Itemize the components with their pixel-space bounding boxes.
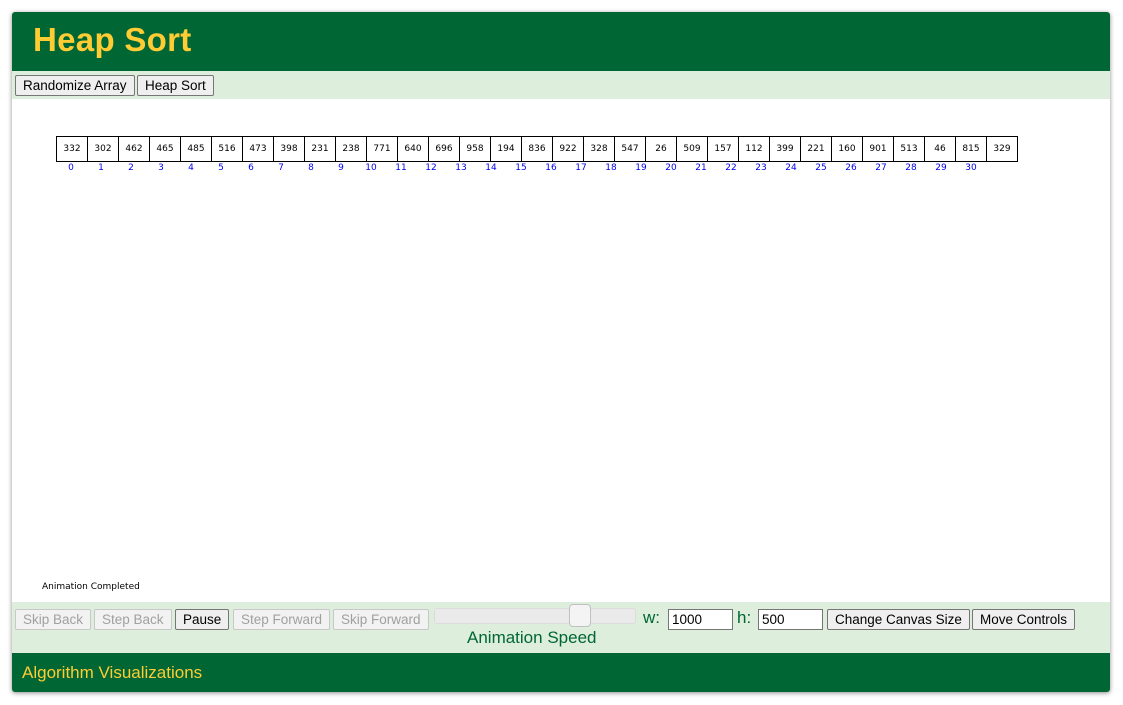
array-index-label: 1	[98, 163, 104, 173]
array-index-label: 9	[338, 163, 344, 173]
algorithm-control-bar: Randomize Array Heap Sort	[12, 71, 1110, 99]
array-index-label: 17	[575, 163, 587, 173]
step-forward-button[interactable]: Step Forward	[233, 609, 331, 630]
array-cells: 332 302 462 465 485 516 473 398 231 238 771 640 696 9…	[56, 136, 1018, 162]
visualization-canvas: 332 302 462 465 485 516 473 398 231 238 771 640 696 9…	[12, 99, 1110, 602]
array-index-label: 2	[128, 163, 134, 173]
array-cell: 696	[428, 136, 460, 162]
array-cell: 332	[56, 136, 88, 162]
array-index-label: 18	[605, 163, 617, 173]
array-index-label: 27	[875, 163, 887, 173]
array-cell: 26	[645, 136, 677, 162]
canvas-height-input[interactable]	[758, 609, 823, 630]
array-index-label: 28	[905, 163, 917, 173]
array-cell: 473	[242, 136, 274, 162]
status-message: Animation Completed	[42, 582, 140, 592]
array-cell: 462	[118, 136, 150, 162]
array-cell: 231	[304, 136, 336, 162]
array-index-label: 29	[935, 163, 947, 173]
array-index-label: 11	[395, 163, 407, 173]
height-label: h:	[737, 608, 752, 627]
array-cell: 509	[676, 136, 708, 162]
app-window: Heap Sort Randomize Array Heap Sort 332 3…	[12, 12, 1110, 692]
array-cell: 513	[893, 136, 925, 162]
array-cell: 485	[180, 136, 212, 162]
array-cell: 238	[335, 136, 367, 162]
skip-back-button[interactable]: Skip Back	[15, 609, 92, 630]
page-footer: Algorithm Visualizations	[12, 653, 1110, 692]
pause-button[interactable]: Pause	[175, 609, 230, 630]
array-index-label: 25	[815, 163, 827, 173]
array-index-label: 12	[425, 163, 437, 173]
heap-sort-button[interactable]: Heap Sort	[137, 75, 214, 96]
array-cell: 901	[862, 136, 894, 162]
array-index-label: 24	[785, 163, 797, 173]
array-index-label: 30	[965, 163, 977, 173]
array-index-label: 21	[695, 163, 707, 173]
array-cell: 640	[397, 136, 429, 162]
array-cell: 221	[800, 136, 832, 162]
array-index-label: 16	[545, 163, 557, 173]
array-index-label: 4	[188, 163, 194, 173]
array-index-label: 6	[248, 163, 254, 173]
page-header: Heap Sort	[12, 12, 1110, 71]
array-cell: 815	[955, 136, 987, 162]
footer-title: Algorithm Visualizations	[22, 663, 203, 682]
array-index-label: 19	[635, 163, 647, 173]
array-index-label: 22	[725, 163, 737, 173]
array-index-label: 23	[755, 163, 767, 173]
array-index-label: 5	[218, 163, 224, 173]
animation-control-bar: Skip Back Step Back Pause Step Forward S…	[12, 602, 1110, 653]
array-cell: 46	[924, 136, 956, 162]
width-label: w:	[643, 608, 660, 627]
array-index-label: 26	[845, 163, 857, 173]
array-cell: 112	[738, 136, 770, 162]
array-index-label: 10	[365, 163, 377, 173]
array-index-label: 20	[665, 163, 677, 173]
page-title: Heap Sort	[33, 21, 192, 58]
randomize-array-button[interactable]: Randomize Array	[15, 75, 135, 96]
array-index-label: 7	[278, 163, 284, 173]
array-index-label: 0	[68, 163, 74, 173]
array-cell: 328	[583, 136, 615, 162]
array-cell: 922	[552, 136, 584, 162]
canvas-width-input[interactable]	[668, 609, 733, 630]
array-cell: 836	[521, 136, 553, 162]
animation-speed-slider-thumb[interactable]	[569, 604, 591, 627]
array-cell: 398	[273, 136, 305, 162]
animation-speed-label: Animation Speed	[467, 628, 597, 647]
array-index-label: 14	[485, 163, 497, 173]
array-cell: 465	[149, 136, 181, 162]
animation-speed-slider-track[interactable]	[434, 608, 636, 624]
array-index-label: 8	[308, 163, 314, 173]
array-cell: 157	[707, 136, 739, 162]
array-cell: 547	[614, 136, 646, 162]
array-cell: 771	[366, 136, 398, 162]
array-cell: 160	[831, 136, 863, 162]
array-index-label: 13	[455, 163, 467, 173]
array-cell: 329	[986, 136, 1018, 162]
array-cell: 516	[211, 136, 243, 162]
array-cell: 958	[459, 136, 491, 162]
step-back-button[interactable]: Step Back	[94, 609, 172, 630]
array-cell: 194	[490, 136, 522, 162]
change-canvas-size-button[interactable]: Change Canvas Size	[827, 609, 970, 630]
skip-forward-button[interactable]: Skip Forward	[333, 609, 429, 630]
array-cell: 302	[87, 136, 119, 162]
array-cell: 399	[769, 136, 801, 162]
array-index-label: 15	[515, 163, 527, 173]
move-controls-button[interactable]: Move Controls	[972, 609, 1076, 630]
array-indices: 0 1 2 3 4 5 6 7 8 9 10 11 12 13 14 15 16 17 18 19 20 21 22 23 24…	[56, 163, 986, 173]
array-index-label: 3	[158, 163, 164, 173]
